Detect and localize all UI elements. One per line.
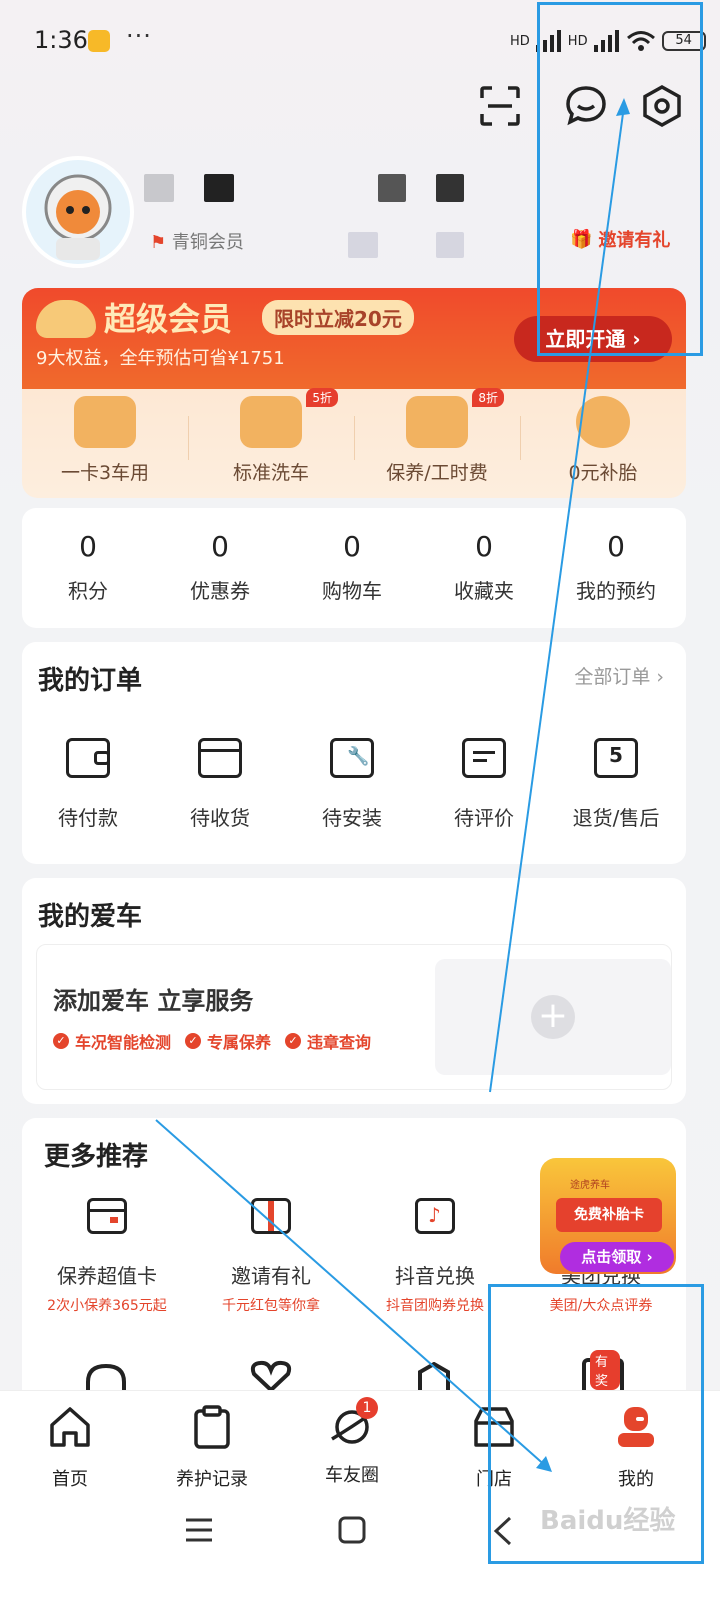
annotation-arrows xyxy=(155,98,630,1472)
